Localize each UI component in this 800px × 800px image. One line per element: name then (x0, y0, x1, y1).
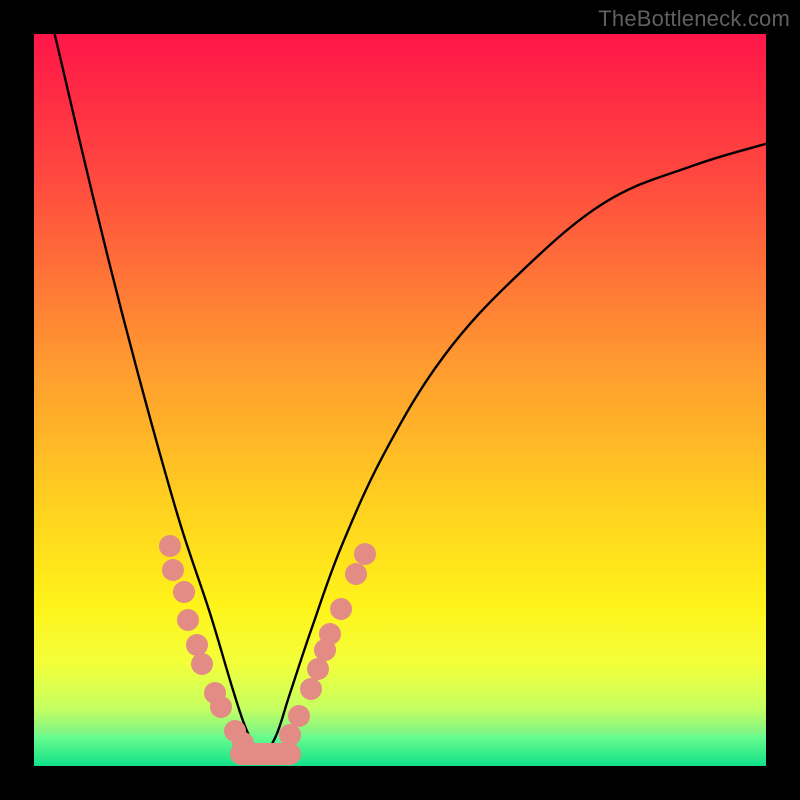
curve-marker (300, 678, 322, 700)
curve-marker (354, 543, 376, 565)
curve-marker (210, 696, 232, 718)
curve-bottom-pill (230, 743, 301, 765)
plot-area (34, 34, 766, 766)
curve-marker (173, 581, 195, 603)
watermark-text: TheBottleneck.com (598, 6, 790, 32)
curve-marker (319, 623, 341, 645)
curve-marker (191, 653, 213, 675)
bottleneck-curve (34, 34, 766, 766)
curve-marker (162, 559, 184, 581)
curve-marker (177, 609, 199, 631)
chart-frame: TheBottleneck.com (0, 0, 800, 800)
curve-marker (330, 598, 352, 620)
